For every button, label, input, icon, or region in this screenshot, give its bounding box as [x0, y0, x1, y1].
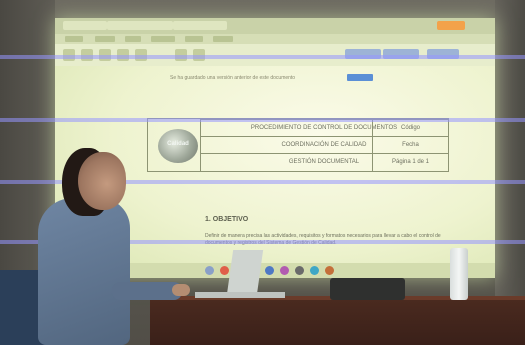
titlebar-tab	[173, 21, 227, 30]
person-body	[38, 198, 130, 345]
person-head	[78, 152, 126, 210]
app-icon[interactable]	[280, 266, 289, 275]
table-row: COORDINACIÓN DE CALIDAD Fecha	[200, 136, 448, 154]
laptop-base	[195, 292, 285, 298]
row-value: Código	[372, 120, 448, 137]
section-heading: 1. OBJETIVO	[205, 216, 249, 223]
ribbon-tab[interactable]	[151, 36, 175, 42]
window-titlebar	[55, 18, 495, 34]
projector	[330, 278, 405, 300]
app-icon[interactable]	[220, 266, 229, 275]
ribbon-tab[interactable]	[185, 36, 203, 42]
table-row: GESTIÓN DOCUMENTAL Página 1 de 1	[200, 153, 448, 171]
document-header-table: Calidad PROCEDIMIENTO DE CONTROL DE DOCU…	[147, 118, 449, 172]
row-value: Página 1 de 1	[372, 154, 448, 171]
app-icon[interactable]	[205, 266, 214, 275]
row-value: Fecha	[372, 137, 448, 154]
water-bottle	[450, 248, 468, 300]
app-icon[interactable]	[325, 266, 334, 275]
ribbon-tab[interactable]	[95, 36, 115, 42]
laptop-screen	[226, 250, 264, 295]
app-icon[interactable]	[295, 266, 304, 275]
titlebar-tab	[107, 21, 173, 30]
ribbon-tab[interactable]	[125, 36, 141, 42]
app-icon[interactable]	[310, 266, 319, 275]
scan-line	[0, 55, 525, 59]
titlebar-tab	[63, 21, 107, 30]
desk	[150, 300, 525, 345]
ribbon-tabs	[55, 34, 495, 44]
scan-line	[0, 118, 525, 122]
logo-cell: Calidad	[148, 119, 201, 171]
logo-text: Calidad	[167, 141, 189, 147]
ribbon-tab[interactable]	[65, 36, 83, 42]
notice-button[interactable]	[347, 74, 373, 81]
classroom-photo: Se ha guardado una versión anterior de e…	[0, 0, 525, 345]
wall-right	[495, 0, 525, 300]
person-hand	[172, 284, 190, 296]
share-button[interactable]	[437, 21, 465, 30]
ribbon-tab[interactable]	[213, 36, 233, 42]
row-label: GESTIÓN DOCUMENTAL	[288, 159, 360, 165]
row-label: COORDINACIÓN DE CALIDAD	[281, 142, 367, 148]
app-icon[interactable]	[265, 266, 274, 275]
